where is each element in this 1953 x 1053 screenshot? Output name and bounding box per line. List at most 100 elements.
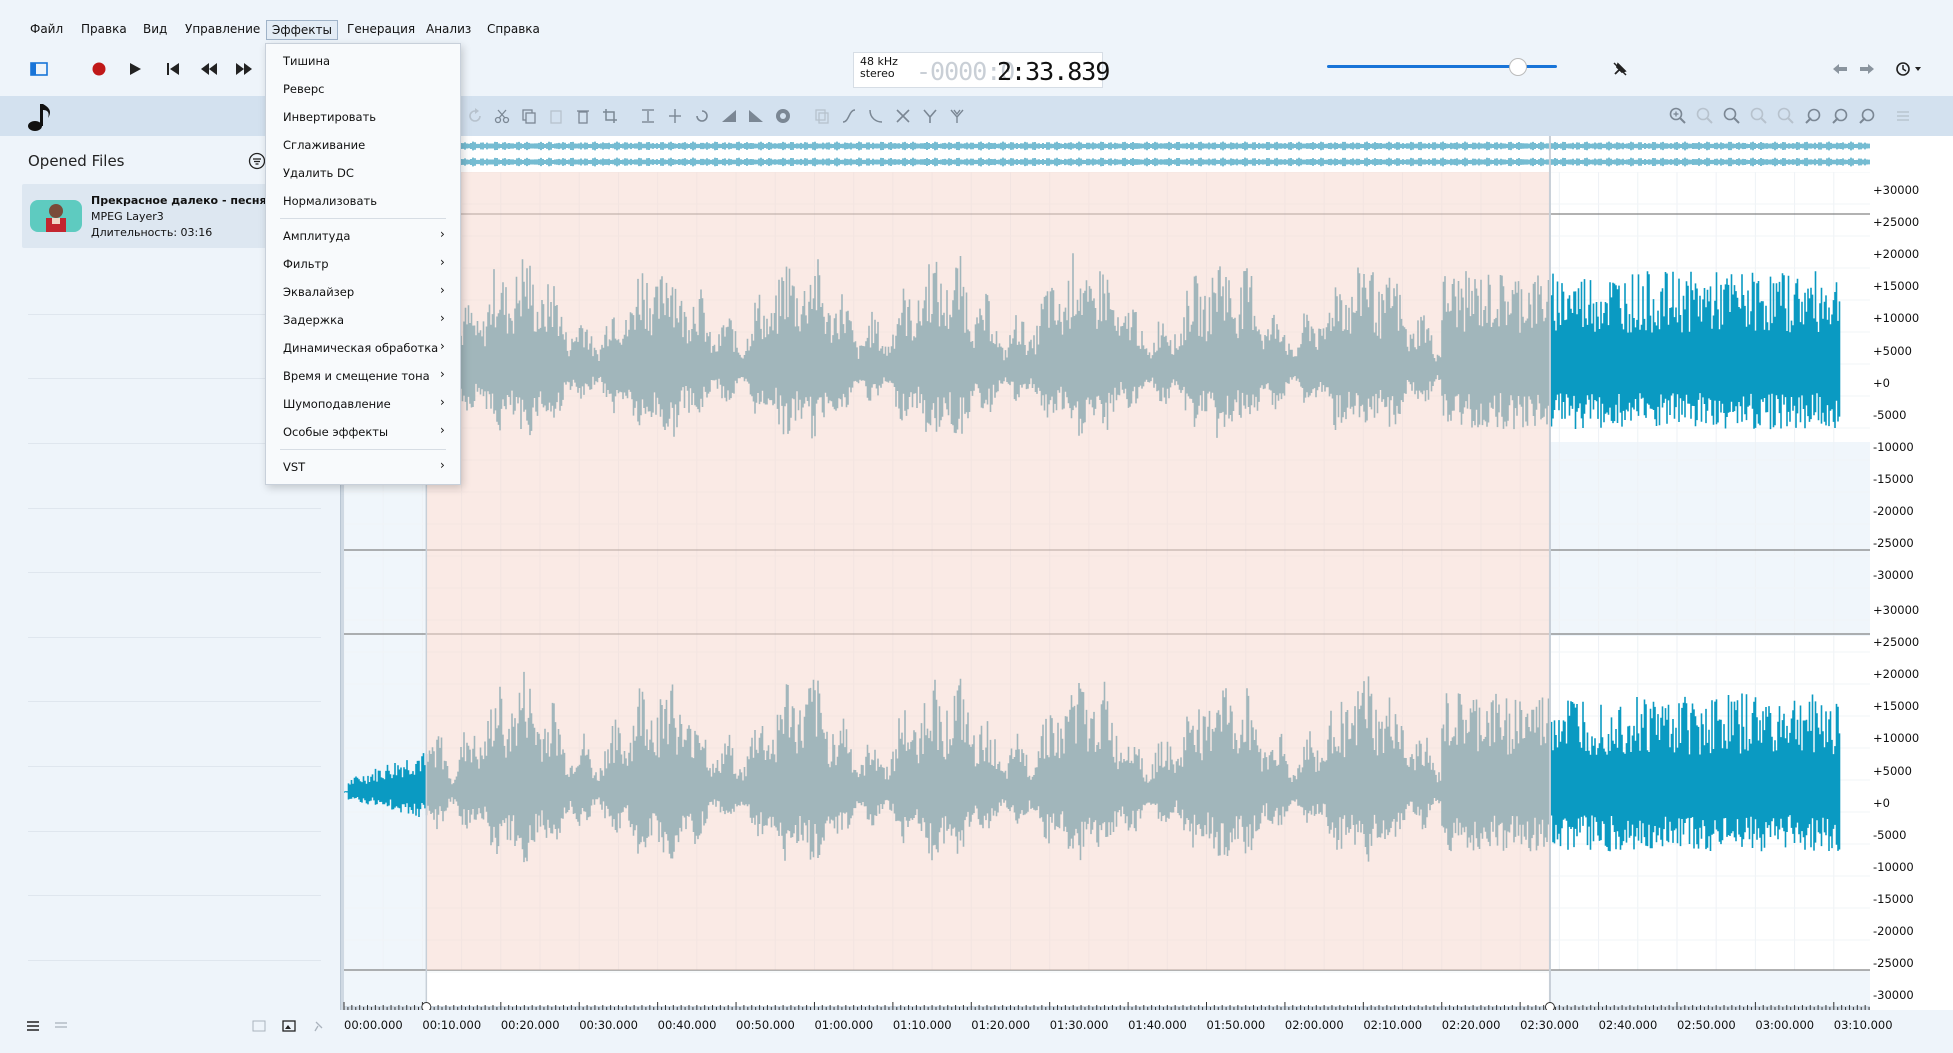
toggle-sidebar-icon[interactable] bbox=[28, 58, 50, 80]
fast-forward-icon[interactable] bbox=[233, 58, 255, 80]
menu-separator bbox=[280, 218, 446, 219]
history-icon[interactable] bbox=[1892, 58, 1926, 80]
menu-effects[interactable]: Эффекты bbox=[266, 20, 338, 40]
menu-item-time-pitch[interactable]: Время и смещение тона bbox=[283, 369, 430, 383]
menu-item-silence[interactable]: Тишина bbox=[283, 54, 330, 68]
compact-mode-icon[interactable] bbox=[54, 1017, 68, 1036]
menu-item-delay[interactable]: Задержка bbox=[283, 313, 344, 327]
opened-files-title: Opened Files bbox=[28, 152, 125, 170]
list-view-icon[interactable] bbox=[1893, 106, 1913, 126]
time-tick-label: 01:00.000 bbox=[814, 1018, 874, 1032]
sidebar-divider bbox=[28, 572, 321, 573]
time-tick-label: 01:10.000 bbox=[892, 1018, 952, 1032]
card-icon[interactable] bbox=[252, 1017, 266, 1036]
zoom-in-icon[interactable] bbox=[1668, 106, 1688, 126]
duplicate-icon[interactable] bbox=[812, 106, 832, 126]
zoom-selection-icon[interactable] bbox=[1749, 106, 1769, 126]
amplitude-zoom-out-icon[interactable] bbox=[1830, 106, 1850, 126]
copy-icon[interactable] bbox=[519, 106, 539, 126]
list-mode-icon[interactable] bbox=[26, 1017, 40, 1036]
time-display: 48 kHz stereo -0000:0 2:33.839 bbox=[853, 52, 1110, 88]
collapse-vertical-icon[interactable] bbox=[665, 106, 685, 126]
sidebar-divider bbox=[28, 895, 321, 896]
redo-icon[interactable] bbox=[465, 106, 485, 126]
waveform-canvas[interactable] bbox=[340, 136, 1913, 1012]
filter-icon[interactable] bbox=[248, 152, 266, 170]
curve-down-icon[interactable] bbox=[866, 106, 886, 126]
delete-icon[interactable] bbox=[573, 106, 593, 126]
zoom-full-icon[interactable] bbox=[1776, 106, 1796, 126]
arrow-right-icon[interactable] bbox=[1856, 58, 1878, 80]
time-tick-label: 01:20.000 bbox=[971, 1018, 1031, 1032]
amplitude-zoom-icon[interactable] bbox=[1803, 106, 1823, 126]
time-tick-label: 01:30.000 bbox=[1049, 1018, 1109, 1032]
menu-item-amplitude[interactable]: Амплитуда bbox=[283, 229, 350, 243]
menu-control[interactable]: Управление bbox=[180, 20, 265, 38]
menu-edit[interactable]: Правка bbox=[76, 20, 132, 38]
image-icon[interactable] bbox=[282, 1017, 296, 1036]
pin-icon[interactable] bbox=[1609, 58, 1631, 80]
undo-wave-icon[interactable] bbox=[692, 106, 712, 126]
file-name: Прекрасное далеко - песня из bbox=[91, 194, 285, 207]
menu-view[interactable]: Вид bbox=[138, 20, 172, 38]
normalize-icon[interactable] bbox=[773, 106, 793, 126]
zoom-fit-icon[interactable] bbox=[1722, 106, 1742, 126]
bottom-amplitude-tick-label: -30000 bbox=[1873, 988, 1914, 1003]
curve-icon[interactable] bbox=[839, 106, 859, 126]
bottom-amplitude-tick-label: +15000 bbox=[1873, 699, 1920, 714]
fit-vertical-icon[interactable] bbox=[638, 106, 658, 126]
amplitude-reset-icon[interactable] bbox=[1857, 106, 1877, 126]
split-icon[interactable] bbox=[920, 106, 940, 126]
time-tick-label: 03:00.000 bbox=[1755, 1018, 1815, 1032]
menu-help[interactable]: Справка bbox=[482, 20, 545, 38]
sidebar-divider bbox=[28, 701, 321, 702]
waveform-view[interactable] bbox=[340, 136, 1913, 1012]
sidebar-divider bbox=[28, 766, 321, 767]
chevron-right-icon: › bbox=[440, 339, 445, 353]
time-current: 2:33.839 bbox=[997, 57, 1110, 86]
chevron-right-icon: › bbox=[440, 423, 445, 437]
menu-file[interactable]: Файл bbox=[25, 20, 68, 38]
time-tick-label: 00:30.000 bbox=[579, 1018, 638, 1032]
menu-item-smoothing[interactable]: Сглаживание bbox=[283, 138, 365, 152]
menu-generate[interactable]: Генерация bbox=[342, 20, 420, 38]
chevron-right-icon: › bbox=[440, 367, 445, 381]
cut-icon[interactable] bbox=[492, 106, 512, 126]
play-icon[interactable] bbox=[124, 58, 146, 80]
bottom-amplitude-tick-label: +20000 bbox=[1873, 667, 1920, 682]
time-tick-label: 00:50.000 bbox=[736, 1018, 795, 1032]
rewind-icon[interactable] bbox=[198, 58, 220, 80]
selection-marker bbox=[421, 1002, 432, 1012]
cross-icon[interactable] bbox=[893, 106, 913, 126]
arrow-left-icon[interactable] bbox=[1829, 58, 1851, 80]
menu-item-noise-reduction[interactable]: Шумоподавление bbox=[283, 397, 391, 411]
menu-item-reverse[interactable]: Реверс bbox=[283, 82, 325, 96]
menu-item-special-effects[interactable]: Особые эффекты bbox=[283, 425, 388, 439]
crop-icon[interactable] bbox=[600, 106, 620, 126]
menu-item-remove-dc[interactable]: Удалить DC bbox=[283, 166, 354, 180]
merge-icon[interactable] bbox=[947, 106, 967, 126]
top-amplitude-tick-label: -10000 bbox=[1873, 439, 1914, 454]
pin-small-icon[interactable] bbox=[312, 1017, 324, 1036]
effects-dropdown: Тишина Реверс Инвертировать Сглаживание … bbox=[265, 43, 461, 485]
menu-item-vst[interactable]: VST bbox=[283, 460, 305, 474]
menu-item-equalizer[interactable]: Эквалайзер bbox=[283, 285, 354, 299]
menu-item-invert[interactable]: Инвертировать bbox=[283, 110, 376, 124]
paste-icon[interactable] bbox=[546, 106, 566, 126]
fade-in-icon[interactable] bbox=[719, 106, 739, 126]
menu-item-normalize[interactable]: Нормализовать bbox=[283, 194, 377, 208]
bottom-amplitude-tick-label: -25000 bbox=[1873, 956, 1914, 971]
record-icon[interactable] bbox=[88, 58, 110, 80]
time-tick-label: 02:20.000 bbox=[1441, 1018, 1501, 1032]
bottom-amplitude-tick-label: +25000 bbox=[1873, 635, 1920, 650]
volume-slider-knob[interactable] bbox=[1509, 58, 1528, 76]
top-amplitude-tick-label: -5000 bbox=[1873, 407, 1907, 422]
zoom-out-icon[interactable] bbox=[1695, 106, 1715, 126]
menu-item-filter[interactable]: Фильтр bbox=[283, 257, 329, 271]
overview-strip bbox=[341, 136, 1877, 172]
menu-analysis[interactable]: Анализ bbox=[421, 20, 476, 38]
fade-out-icon[interactable] bbox=[746, 106, 766, 126]
bottom-amplitude-tick-label: +10000 bbox=[1873, 731, 1920, 746]
menu-item-dynamics[interactable]: Динамическая обработка bbox=[283, 341, 438, 355]
skip-start-icon[interactable] bbox=[162, 58, 184, 80]
